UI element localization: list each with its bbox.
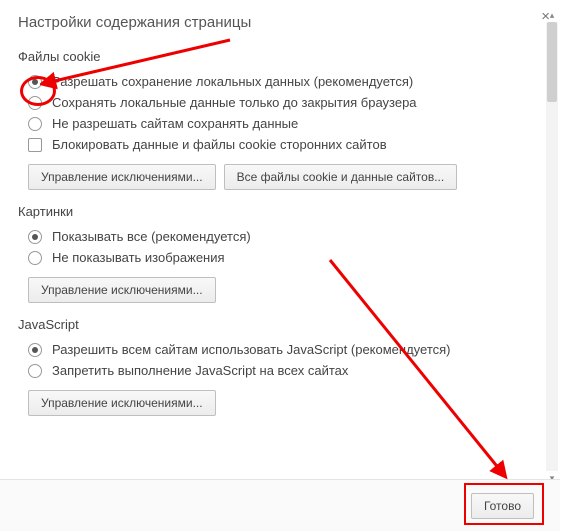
- radio-icon[interactable]: [28, 230, 42, 244]
- js-option-block[interactable]: Запретить выполнение JavaScript на всех …: [28, 363, 542, 378]
- option-label: Запретить выполнение JavaScript на всех …: [52, 363, 348, 378]
- section-images-title: Картинки: [18, 204, 542, 219]
- cookies-option-session[interactable]: Сохранять локальные данные только до зак…: [28, 95, 542, 110]
- option-label: Разрешить всем сайтам использовать JavaS…: [52, 342, 451, 357]
- option-label: Разрешать сохранение локальных данных (р…: [52, 74, 413, 89]
- all-cookies-button[interactable]: Все файлы cookie и данные сайтов...: [224, 164, 458, 190]
- content-settings-dialog: × Настройки содержания страницы Файлы co…: [0, 0, 560, 531]
- vertical-scrollbar[interactable]: ▴ ▾: [546, 22, 558, 471]
- cookies-option-allow[interactable]: Разрешать сохранение локальных данных (р…: [28, 74, 542, 89]
- radio-icon[interactable]: [28, 251, 42, 265]
- scrollbar-thumb[interactable]: [547, 22, 557, 102]
- radio-icon[interactable]: [28, 75, 42, 89]
- js-option-allow[interactable]: Разрешить всем сайтам использовать JavaS…: [28, 342, 542, 357]
- option-label: Не разрешать сайтам сохранять данные: [52, 116, 298, 131]
- option-label: Сохранять локальные данные только до зак…: [52, 95, 417, 110]
- images-option-hide[interactable]: Не показывать изображения: [28, 250, 542, 265]
- section-cookies-title: Файлы cookie: [18, 49, 542, 64]
- scroll-up-icon[interactable]: ▴: [546, 10, 558, 20]
- cookies-option-thirdparty[interactable]: Блокировать данные и файлы cookie сторон…: [28, 137, 542, 152]
- images-option-show[interactable]: Показывать все (рекомендуется): [28, 229, 542, 244]
- checkbox-icon[interactable]: [28, 138, 42, 152]
- radio-icon[interactable]: [28, 364, 42, 378]
- dialog-title: Настройки содержания страницы: [18, 14, 542, 31]
- done-button[interactable]: Готово: [471, 493, 534, 519]
- option-label: Не показывать изображения: [52, 250, 225, 265]
- dialog-footer: Готово: [0, 479, 560, 531]
- cookies-option-block[interactable]: Не разрешать сайтам сохранять данные: [28, 116, 542, 131]
- manage-exceptions-button[interactable]: Управление исключениями...: [28, 390, 216, 416]
- section-javascript-title: JavaScript: [18, 317, 542, 332]
- radio-icon[interactable]: [28, 117, 42, 131]
- option-label: Блокировать данные и файлы cookie сторон…: [52, 137, 387, 152]
- radio-icon[interactable]: [28, 343, 42, 357]
- manage-exceptions-button[interactable]: Управление исключениями...: [28, 164, 216, 190]
- manage-exceptions-button[interactable]: Управление исключениями...: [28, 277, 216, 303]
- radio-icon[interactable]: [28, 96, 42, 110]
- option-label: Показывать все (рекомендуется): [52, 229, 251, 244]
